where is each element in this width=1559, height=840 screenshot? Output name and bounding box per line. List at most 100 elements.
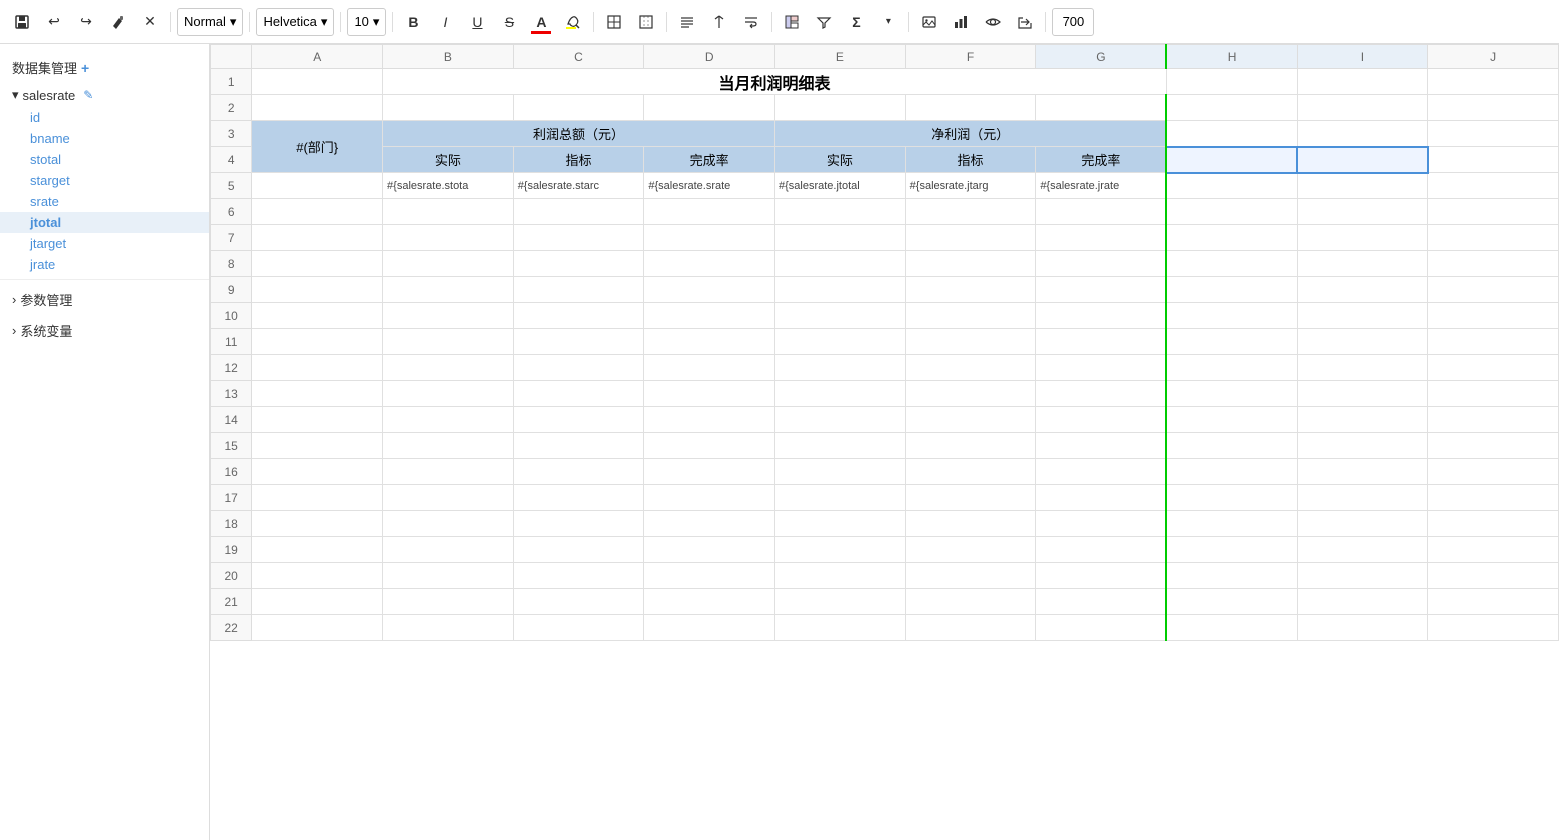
col-header-e[interactable]: E — [775, 45, 906, 69]
cell-h5[interactable] — [1166, 173, 1297, 199]
col-header-g[interactable]: G — [1036, 45, 1167, 69]
sum-button[interactable]: Σ — [842, 8, 870, 36]
zoom-input[interactable]: 700 — [1052, 8, 1094, 36]
cell-j5[interactable] — [1428, 173, 1559, 199]
align-v-button[interactable] — [705, 8, 733, 36]
italic-button[interactable]: I — [431, 8, 459, 36]
undo-button[interactable]: ↩ — [40, 8, 68, 36]
cell-i2[interactable] — [1297, 95, 1428, 121]
field-bname[interactable]: bname — [0, 128, 209, 149]
cell-g4[interactable]: 完成率 — [1036, 147, 1167, 173]
insert-chart-button[interactable] — [947, 8, 975, 36]
col-header-a[interactable]: A — [252, 45, 383, 69]
vars-label: 系统变量 — [20, 321, 72, 340]
share-button[interactable] — [1011, 8, 1039, 36]
chevron-down-icon: ▾ — [230, 14, 237, 30]
field-starget[interactable]: starget — [0, 170, 209, 191]
redo-button[interactable]: ↪ — [72, 8, 100, 36]
cell-h3[interactable] — [1166, 121, 1297, 147]
cell-d5[interactable]: #{salesrate.srate — [644, 173, 775, 199]
cell-c4[interactable]: 指标 — [513, 147, 644, 173]
params-section[interactable]: › 参数管理 — [0, 284, 209, 315]
cell-j3[interactable] — [1428, 121, 1559, 147]
cell-f5[interactable]: #{salesrate.jtarg — [905, 173, 1036, 199]
format-paint-button[interactable] — [104, 8, 132, 36]
add-dataset-button[interactable]: + — [81, 60, 89, 76]
cell-h1[interactable] — [1166, 69, 1297, 95]
cell-i5[interactable] — [1297, 173, 1428, 199]
field-jrate[interactable]: jrate — [0, 254, 209, 275]
cell-j4[interactable] — [1428, 147, 1559, 173]
chevron-down-icon2: ▾ — [321, 14, 328, 30]
field-srate[interactable]: srate — [0, 191, 209, 212]
cell-g5[interactable]: #{salesrate.jrate — [1036, 173, 1167, 199]
cell-profit-group[interactable]: 利润总额（元） — [383, 121, 775, 147]
col-header-f[interactable]: F — [905, 45, 1036, 69]
borders-button[interactable] — [600, 8, 628, 36]
cell-j2[interactable] — [1428, 95, 1559, 121]
col-header-j[interactable]: J — [1428, 45, 1559, 69]
col-header-d[interactable]: D — [644, 45, 775, 69]
cell-dept[interactable]: #(部门} — [252, 121, 383, 173]
cell-h2[interactable] — [1166, 95, 1297, 121]
cell-e5[interactable]: #{salesrate.jtotal — [775, 173, 906, 199]
cell-d2[interactable] — [644, 95, 775, 121]
clear-button[interactable]: ✕ — [136, 8, 164, 36]
dataset-management-header: 数据集管理 + — [0, 52, 209, 83]
cell-b2[interactable] — [383, 95, 514, 121]
cell-f2[interactable] — [905, 95, 1036, 121]
cell-g2[interactable] — [1036, 95, 1167, 121]
cell-e4[interactable]: 实际 — [775, 147, 906, 173]
size-select[interactable]: 10 ▾ — [347, 8, 386, 36]
cell-b5[interactable]: #{salesrate.stota — [383, 173, 514, 199]
style-select[interactable]: Normal ▾ — [177, 8, 243, 36]
filter-button[interactable] — [810, 8, 838, 36]
cell-i4-selected[interactable] — [1297, 147, 1428, 173]
cell-net-group[interactable]: 净利润（元） — [775, 121, 1167, 147]
column-header-row: A B C D E F G H I J — [211, 45, 1559, 69]
cell-a5[interactable] — [252, 173, 383, 199]
insert-image-button[interactable] — [915, 8, 943, 36]
field-stotal[interactable]: stotal — [0, 149, 209, 170]
col-header-c[interactable]: C — [513, 45, 644, 69]
col-header-h[interactable]: H — [1166, 45, 1297, 69]
cell-title[interactable]: 当月利润明细表 — [383, 69, 1167, 95]
col-header-i[interactable]: I — [1297, 45, 1428, 69]
cell-i1[interactable] — [1297, 69, 1428, 95]
spreadsheet-container[interactable]: A B C D E F G H I J 1 当月利润明细表 — [210, 44, 1559, 840]
freeze-button[interactable] — [778, 8, 806, 36]
wrap-button[interactable] — [737, 8, 765, 36]
bold-button[interactable]: B — [399, 8, 427, 36]
vars-section[interactable]: › 系统变量 — [0, 315, 209, 346]
edit-dataset-icon[interactable]: ✎ — [83, 88, 93, 102]
font-select[interactable]: Helvetica ▾ — [256, 8, 334, 36]
cell-i3[interactable] — [1297, 121, 1428, 147]
strikethrough-button[interactable]: S — [495, 8, 523, 36]
cell-f4[interactable]: 指标 — [905, 147, 1036, 173]
save-button[interactable] — [8, 8, 36, 36]
fill-color-button[interactable] — [559, 8, 587, 36]
col-header-b[interactable]: B — [383, 45, 514, 69]
table-row: 18 — [211, 511, 1559, 537]
cell-j1[interactable] — [1428, 69, 1559, 95]
row-num-22: 22 — [211, 615, 252, 641]
cell-c5[interactable]: #{salesrate.starc — [513, 173, 644, 199]
cell-a2[interactable] — [252, 95, 383, 121]
field-id[interactable]: id — [0, 107, 209, 128]
font-color-button[interactable]: A — [527, 8, 555, 36]
sum-dropdown-button[interactable]: ▾ — [874, 8, 902, 36]
merge-button[interactable] — [632, 8, 660, 36]
row-num-20: 20 — [211, 563, 252, 589]
field-jtotal[interactable]: jtotal — [0, 212, 209, 233]
eye-button[interactable] — [979, 8, 1007, 36]
cell-h4-selected[interactable] — [1166, 147, 1297, 173]
cell-e2[interactable] — [775, 95, 906, 121]
cell-a1[interactable] — [252, 69, 383, 95]
underline-button[interactable]: U — [463, 8, 491, 36]
align-h-button[interactable] — [673, 8, 701, 36]
cell-b4[interactable]: 实际 — [383, 147, 514, 173]
cell-d4[interactable]: 完成率 — [644, 147, 775, 173]
field-jtarget[interactable]: jtarget — [0, 233, 209, 254]
salesrate-dataset[interactable]: ▾ salesrate ✎ — [0, 83, 209, 107]
cell-c2[interactable] — [513, 95, 644, 121]
